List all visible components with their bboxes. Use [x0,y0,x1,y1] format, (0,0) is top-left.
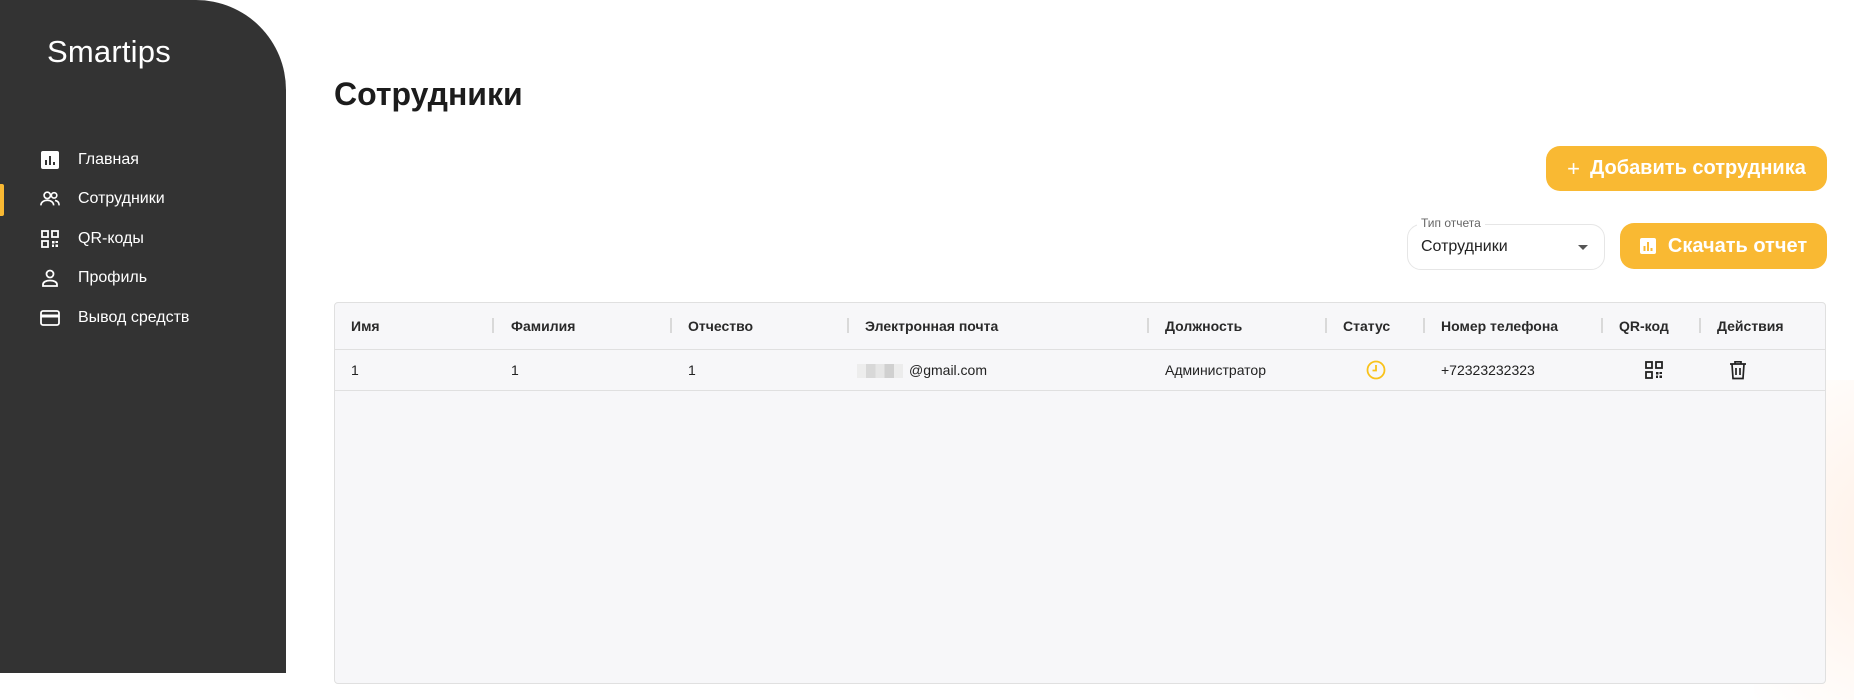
download-report-label: Скачать отчет [1667,234,1808,257]
chart-icon [1639,238,1656,254]
table-row[interactable]: 1 1 1 @gmail.com Администратор +72323232… [335,350,1825,391]
column-separator[interactable] [847,318,849,333]
report-type-label: Тип отчета [1417,216,1485,230]
plus-icon: + [1567,155,1580,181]
column-separator[interactable] [1423,318,1425,333]
sidebar-item-qr-codes[interactable]: QR-коды [0,219,286,259]
table-header: Имя Фамилия Отчество Электронная почта Д… [335,303,1825,350]
chevron-down-icon [1578,245,1588,250]
column-header-position[interactable]: Должность [1165,303,1242,349]
brand-logo: Smartips [47,34,171,69]
credit-card-icon [40,308,60,328]
cell-email-text: @gmail.com [909,362,988,378]
users-icon [40,189,60,209]
report-type-select[interactable]: Тип отчета Сотрудники [1407,216,1605,270]
sidebar-item-label: QR-коды [78,229,144,247]
sidebar-item-label: Вывод средств [78,308,190,326]
qr-code-icon[interactable] [1644,360,1664,380]
column-separator[interactable] [1699,318,1701,333]
sidebar-item-label: Профиль [78,269,148,287]
chart-icon [40,150,60,170]
column-header-patronymic[interactable]: Отчество [688,303,753,349]
employees-table: Имя Фамилия Отчество Электронная почта Д… [334,302,1826,684]
sidebar-item-withdrawal[interactable]: Вывод средств [0,298,286,338]
sidebar-item-profile[interactable]: Профиль [0,259,286,299]
cell-phone: +72323232323 [1441,362,1535,378]
person-icon [40,268,60,288]
add-employee-label: Добавить сотрудника [1590,157,1806,179]
column-header-phone[interactable]: Номер телефона [1441,303,1558,349]
sidebar-item-label: Главная [78,150,139,168]
column-header-status[interactable]: Статус [1343,303,1390,349]
cell-first-name: 1 [351,362,359,378]
sidebar-nav: Главная Сотрудники QR-коды Профиль Вывод… [0,140,286,338]
column-separator[interactable] [1601,318,1603,333]
column-separator[interactable] [1325,318,1327,333]
download-report-button[interactable]: Скачать отчет [1620,223,1827,269]
report-type-value: Сотрудники [1421,238,1508,255]
clock-icon [1366,360,1386,380]
redacted-area [857,364,903,379]
cell-patronymic: 1 [688,362,696,378]
page-title: Сотрудники [334,76,523,112]
cell-email: @gmail.com [857,350,987,390]
sidebar: Smartips Главная Сотрудники QR-коды Проф… [0,0,286,673]
column-separator[interactable] [1147,318,1149,333]
qr-code-icon [40,229,60,249]
add-employee-button[interactable]: + Добавить сотрудника [1546,146,1827,191]
cell-position: Администратор [1165,362,1267,378]
column-header-first-name[interactable]: Имя [351,303,380,349]
sidebar-item-employees[interactable]: Сотрудники [0,180,286,220]
column-header-qr-code[interactable]: QR-код [1619,303,1669,349]
column-separator[interactable] [670,318,672,333]
cell-last-name: 1 [511,362,519,378]
sidebar-item-label: Сотрудники [78,190,165,208]
column-header-email[interactable]: Электронная почта [865,303,998,349]
column-header-actions[interactable]: Действия [1717,303,1784,349]
trash-icon[interactable] [1728,360,1748,380]
column-header-last-name[interactable]: Фамилия [511,303,575,349]
sidebar-item-home[interactable]: Главная [0,140,286,180]
column-separator[interactable] [492,318,494,333]
